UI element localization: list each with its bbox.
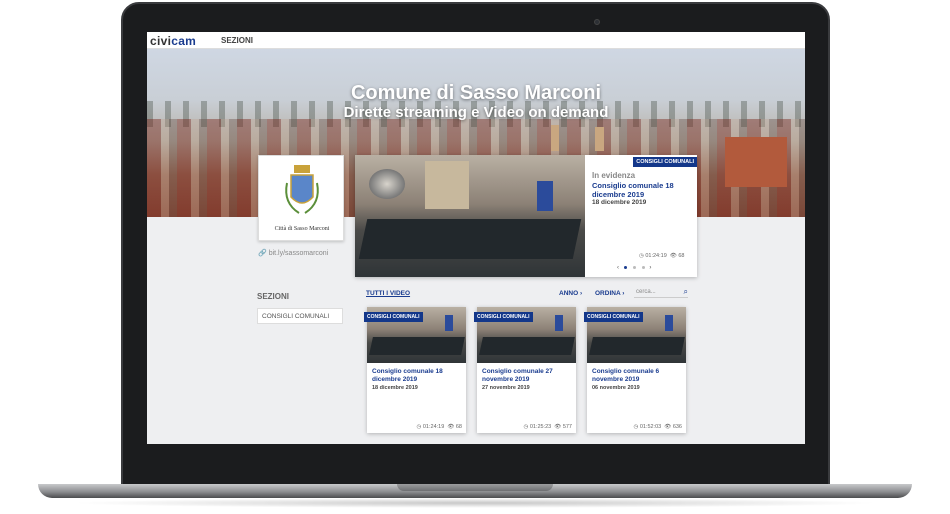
thumb-table: [479, 337, 575, 355]
chevron-right-icon: ›: [579, 290, 583, 297]
video-date: 06 novembre 2019: [592, 385, 640, 391]
thumb-window: [369, 169, 405, 199]
video-date: 27 novembre 2019: [482, 385, 530, 391]
logo-accent-text: cam: [171, 34, 197, 48]
city-crest-icon: [285, 165, 319, 214]
hero-building: [725, 137, 787, 187]
clock-icon: ◷: [523, 424, 529, 430]
video-duration: 01:52:03: [639, 424, 662, 430]
laptop-frame: civicam SEZIONI Comune di Sasso Marconi …: [0, 0, 950, 514]
video-card[interactable]: CONSIGLI COMUNALI Consiglio comunale 27 …: [474, 307, 576, 433]
profile-link[interactable]: 🔗 bit.ly/sassomarconi: [258, 249, 328, 257]
search-icon[interactable]: ⌕: [684, 287, 688, 297]
menu-sezioni[interactable]: SEZIONI: [221, 36, 253, 45]
category-badge[interactable]: CONSIGLI COMUNALI: [584, 312, 643, 322]
laptop-shadow: [70, 498, 880, 508]
category-badge[interactable]: CONSIGLI COMUNALI: [633, 157, 697, 167]
clock-icon: ◷: [639, 253, 644, 259]
featured-date: 18 dicembre 2019: [592, 199, 647, 206]
clock-icon: ◷: [416, 424, 422, 430]
thumb-table: [369, 337, 465, 355]
video-meta: ◷ 01:24:19 👁 68: [417, 424, 462, 430]
browser-screen: civicam SEZIONI Comune di Sasso Marconi …: [147, 32, 805, 444]
laptop-notch: [397, 484, 553, 491]
year-filter[interactable]: ANNO ›: [559, 290, 582, 297]
featured-thumbnail[interactable]: [355, 155, 585, 277]
featured-meta: ◷ 01:24:19 👁 68: [639, 253, 684, 259]
carousel-controls: ‹ ›: [617, 265, 651, 271]
hero-bell-tower: [551, 125, 559, 151]
thumb-flag: [665, 315, 673, 331]
sidebar-title: SEZIONI: [257, 292, 290, 301]
link-icon: 🔗: [258, 250, 267, 257]
year-filter-label: ANNO: [559, 290, 579, 297]
city-name: Città di Sasso Marconi: [274, 226, 330, 232]
video-title[interactable]: Consiglio comunale 18 dicembre 2019: [372, 368, 462, 384]
tab-all-videos[interactable]: TUTTI I VIDEO: [366, 290, 410, 297]
featured-duration: 01:24:19: [645, 253, 667, 259]
city-crest-card: Città di Sasso Marconi: [258, 155, 344, 241]
camera-icon: [594, 19, 600, 25]
carousel-dot-3[interactable]: [641, 265, 645, 269]
featured-video-card[interactable]: CONSIGLI COMUNALI In evidenza Consiglio …: [355, 155, 697, 277]
thumb-flag: [445, 315, 453, 331]
eye-icon: 👁: [447, 424, 455, 430]
order-filter-label: ORDINA: [595, 290, 621, 297]
category-badge[interactable]: CONSIGLI COMUNALI: [364, 312, 423, 322]
video-title[interactable]: Consiglio comunale 6 novembre 2019: [592, 368, 682, 384]
thumb-table: [358, 219, 582, 259]
hero-subtitle: Dirette streaming e Video on demand: [343, 104, 609, 121]
eye-icon: 👁: [554, 424, 562, 430]
top-navbar: civicam SEZIONI: [147, 32, 805, 49]
sidebar-item-consigli[interactable]: CONSIGLI COMUNALI: [257, 308, 343, 324]
video-date: 18 dicembre 2019: [372, 385, 418, 391]
chevron-right-icon: ›: [622, 290, 625, 297]
video-duration: 01:25:23: [529, 424, 552, 430]
video-views: 577: [562, 424, 572, 430]
logo-text: civi: [150, 34, 172, 48]
featured-label: In evidenza: [592, 171, 636, 180]
carousel-prev-button[interactable]: ‹: [617, 265, 619, 271]
carousel-next-button[interactable]: ›: [649, 265, 651, 271]
carousel-dot-2[interactable]: [632, 265, 636, 269]
hero-title: Comune di Sasso Marconi: [350, 82, 602, 104]
category-badge[interactable]: CONSIGLI COMUNALI: [474, 312, 533, 322]
video-card[interactable]: CONSIGLI COMUNALI Consiglio comunale 18 …: [364, 307, 466, 433]
search-placeholder: cerca...: [636, 289, 656, 295]
search-input[interactable]: cerca... ⌕: [634, 286, 688, 298]
eye-icon: 👁: [664, 424, 672, 430]
video-meta: ◷ 01:25:23 👁 577: [523, 424, 572, 430]
thumb-flag: [537, 181, 553, 211]
featured-views: 68: [678, 253, 685, 259]
video-meta: ◷ 01:52:03 👁 636: [633, 424, 682, 430]
thumb-flag: [555, 315, 563, 331]
video-card[interactable]: CONSIGLI COMUNALI Consiglio comunale 6 n…: [584, 307, 686, 433]
profile-link-text: bit.ly/sassomarconi: [268, 250, 329, 257]
order-filter[interactable]: ORDINA ›: [595, 290, 624, 297]
thumb-table: [589, 337, 685, 355]
video-views: 68: [455, 424, 462, 430]
civicam-logo[interactable]: civicam: [150, 34, 196, 48]
clock-icon: ◷: [633, 424, 639, 430]
featured-title[interactable]: Consiglio comunale 18 dicembre 2019: [592, 181, 692, 199]
eye-icon: 👁: [669, 253, 677, 259]
video-title[interactable]: Consiglio comunale 27 novembre 2019: [482, 368, 572, 384]
thumb-wall: [425, 161, 469, 209]
video-duration: 01:24:19: [422, 424, 445, 430]
hero-bell-tower-2: [595, 127, 604, 151]
video-views: 636: [672, 424, 682, 430]
carousel-dot-1[interactable]: [623, 265, 627, 269]
